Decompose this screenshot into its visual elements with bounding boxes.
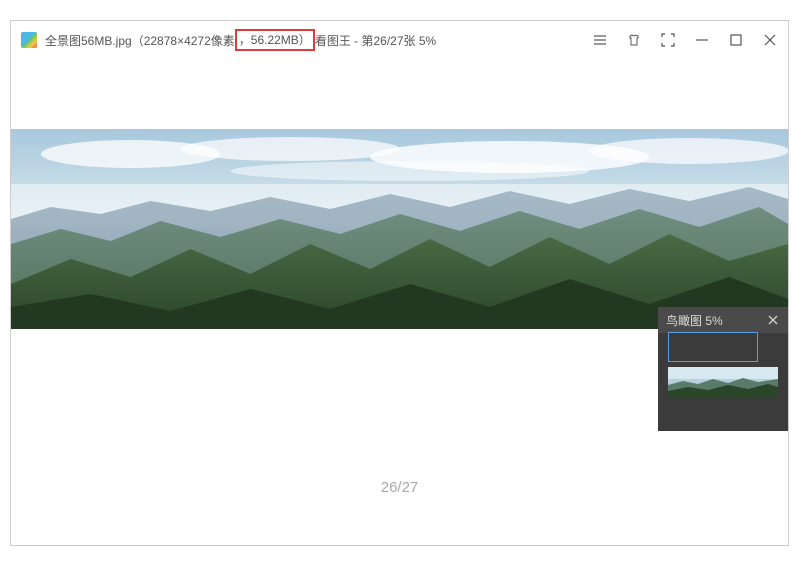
- panorama-image: [11, 129, 788, 329]
- overview-thumbnail: [668, 367, 778, 397]
- page-indicator: 26/27: [381, 479, 419, 496]
- overview-body[interactable]: [658, 333, 788, 431]
- title-filesize-highlight: ，56.22MB）: [235, 29, 315, 51]
- overview-title: 鸟瞰图 5%: [666, 312, 766, 329]
- overview-header: 鸟瞰图 5%: [658, 307, 788, 333]
- title-filename: 全景图56MB.jpg（22878×4272像素: [45, 32, 235, 49]
- image-viewport[interactable]: [11, 129, 788, 329]
- window-controls: [592, 32, 778, 48]
- overview-panel[interactable]: 鸟瞰图 5%: [658, 307, 788, 431]
- shirt-icon[interactable]: [626, 32, 642, 48]
- content-area: 26/27 鸟瞰图 5%: [11, 59, 788, 545]
- overview-selection-box[interactable]: [668, 332, 758, 362]
- close-button[interactable]: [762, 32, 778, 48]
- app-window: 全景图56MB.jpg（22878×4272像素，56.22MB）看图王 - 第…: [10, 20, 789, 546]
- app-icon: [21, 32, 37, 48]
- overview-close-icon[interactable]: [766, 313, 780, 327]
- menu-icon[interactable]: [592, 32, 608, 48]
- fullscreen-icon[interactable]: [660, 32, 676, 48]
- title-app-info: 看图王 - 第26/27张 5%: [315, 32, 436, 49]
- maximize-button[interactable]: [728, 32, 744, 48]
- titlebar[interactable]: 全景图56MB.jpg（22878×4272像素，56.22MB）看图王 - 第…: [11, 21, 788, 59]
- window-title: 全景图56MB.jpg（22878×4272像素，56.22MB）看图王 - 第…: [45, 29, 592, 51]
- minimize-button[interactable]: [694, 32, 710, 48]
